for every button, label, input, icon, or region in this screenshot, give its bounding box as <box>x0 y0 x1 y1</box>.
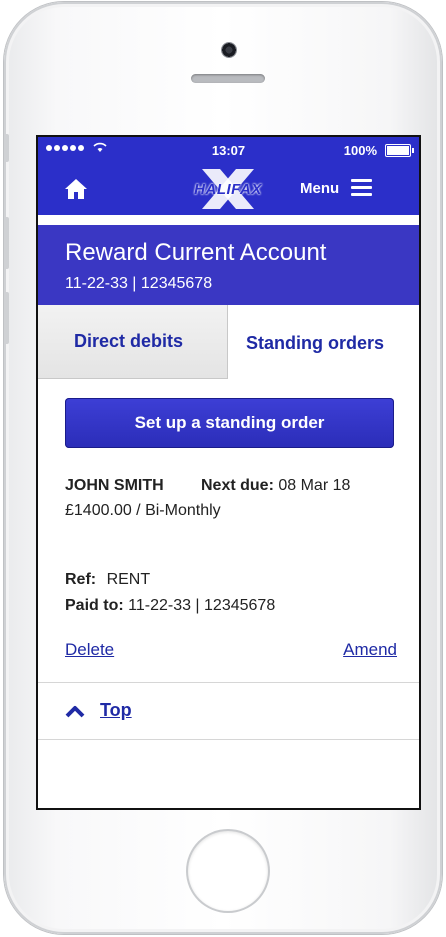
order-amount-frequency: £1400.00 / Bi-Monthly <box>65 502 221 519</box>
front-camera <box>221 42 237 58</box>
halifax-logo: HALIFAX <box>188 167 268 211</box>
phone-frame: 13:07 100% HALIFAX Menu Reward Current A… <box>4 2 442 934</box>
status-bar: 13:07 100% <box>38 137 419 163</box>
payee-name: JOHN SMITH <box>65 477 164 494</box>
battery-percent: 100% <box>343 143 377 158</box>
menu-label[interactable]: Menu <box>300 180 339 197</box>
account-name: Reward Current Account <box>65 239 327 266</box>
menu-icon[interactable] <box>351 179 372 196</box>
reference: Ref: RENT <box>65 571 150 589</box>
chevron-up-icon <box>65 705 85 717</box>
mute-switch <box>4 134 9 162</box>
volume-up-button <box>4 217 9 269</box>
payments-tabs: Direct debits Standing orders <box>38 305 419 379</box>
battery-icon <box>385 144 414 157</box>
divider <box>38 682 419 683</box>
next-due-label: Next due: <box>201 477 274 494</box>
earpiece-speaker <box>191 74 265 83</box>
account-number: 11-22-33 | 12345678 <box>65 275 213 292</box>
tab-direct-debits[interactable]: Direct debits <box>38 305 228 379</box>
setup-standing-order-button[interactable]: Set up a standing order <box>65 398 394 448</box>
ref-value: RENT <box>106 571 151 588</box>
paid-to-label: Paid to: <box>65 597 124 614</box>
home-hardware-button[interactable] <box>188 831 268 911</box>
paid-to: Paid to: 11-22-33 | 12345678 <box>65 597 275 615</box>
delete-link[interactable]: Delete <box>65 640 114 660</box>
phone-screen: 13:07 100% HALIFAX Menu Reward Current A… <box>38 137 419 808</box>
next-due: Next due: 08 Mar 18 <box>201 477 350 495</box>
paid-to-value: 11-22-33 | 12345678 <box>128 597 276 614</box>
ref-label: Ref: <box>65 571 97 588</box>
home-icon[interactable] <box>64 177 88 201</box>
divider <box>38 739 419 740</box>
amend-link[interactable]: Amend <box>343 640 397 660</box>
volume-down-button <box>4 292 9 344</box>
next-due-value: 08 Mar 18 <box>278 477 351 494</box>
back-to-top-link[interactable]: Top <box>65 700 132 721</box>
top-label[interactable]: Top <box>100 700 132 721</box>
app-header: HALIFAX Menu <box>38 163 419 215</box>
account-header: Reward Current Account 11-22-33 | 123456… <box>38 225 419 305</box>
tab-standing-orders[interactable]: Standing orders <box>228 305 419 379</box>
